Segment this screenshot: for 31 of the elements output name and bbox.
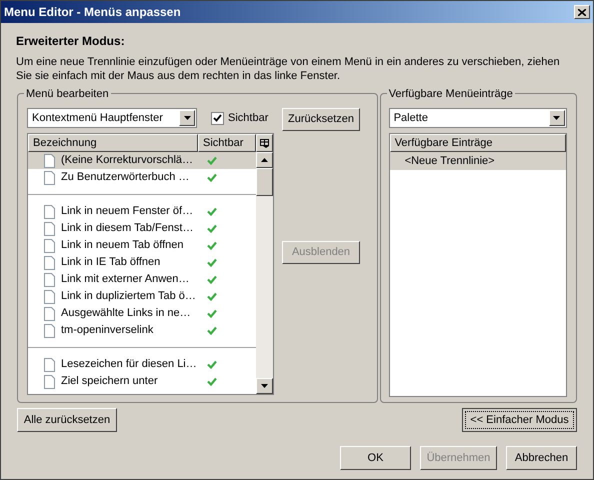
ok-button[interactable]: OK [340,446,411,470]
item-label: Link in neuem Tab öffnen [61,238,185,254]
menu-item-row[interactable]: (Keine Korrekturvorschlä… [28,152,256,169]
dropdown-value: Kontextmenü Hauptfenster [32,110,163,126]
mode-heading: Erweiterter Modus: [16,33,126,50]
intro-text: Um eine neue Trennlinie einzufügen oder Menüeinträge von einem Menü in ein anderes zu verschieben, ziehen Sie sie einfach mit der Maus aus dem rechten in das linke Fenster. [16,55,561,83]
item-label: Ziel speichern unter [61,374,159,390]
item-label: Link in IE Tab öffnen [61,255,162,270]
checkbox-label: Sichtbar [228,110,268,126]
item-label: Link in dupliziertem Tab ö… [61,289,197,304]
item-label: (Keine Korrekturvorschlä… [61,153,194,168]
available-item[interactable]: <Neue Trennlinie> [390,152,566,170]
item-label: Link mit externer Anwen… [61,272,190,288]
item-label: Link in neuem Fenster öf… [61,204,194,220]
reset-all-button[interactable]: Alle zurücksetzen [17,408,117,432]
column-header[interactable]: Bezeichnung [28,134,198,152]
item-label: Ausgewählte Links in ne… [61,306,192,322]
group-title: Verfügbare Menüeinträge [386,86,515,102]
cancel-button[interactable]: Abbrechen [506,446,577,470]
column-header[interactable]: Verfügbare Einträge [390,134,566,152]
simple-mode-button[interactable]: << Einfacher Modus [462,408,577,432]
item-label: Zu Benutzerwörterbuch … [61,170,190,186]
column-header[interactable]: Sichtbar [198,134,256,152]
item-label: tm-openinverselink [61,323,154,338]
dropdown-value: Palette [394,110,428,126]
item-label: Lesezeichen für diesen Li… [61,357,198,372]
item-label: Link in diesem Tab/Fenst… [61,221,194,236]
reset-button[interactable]: Zurücksetzen [282,108,360,131]
window-title: Menu Editor - Menüs anpassen [4,4,181,21]
menu-dropdown[interactable]: Kontextmenü Hauptfenster [27,108,197,128]
palette-dropdown[interactable]: Palette [388,108,567,128]
